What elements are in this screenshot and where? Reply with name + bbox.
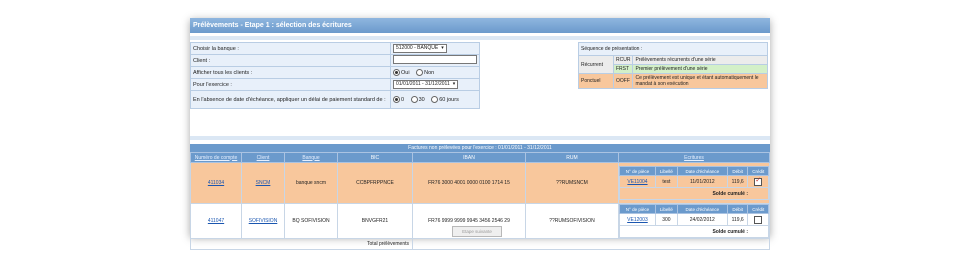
ooff-desc: Ce prélèvement est unique et étant autom… <box>632 73 768 89</box>
delay-label: En l'absence de date d'échéance, appliqu… <box>190 90 391 109</box>
bank-cell: banque sncm <box>284 162 338 204</box>
iban-cell: FR76 3000 4001 0000 0100 1714 15 <box>412 162 526 204</box>
date-cell: 11/01/2012 <box>676 175 728 188</box>
client-link[interactable]: SOFIVISION <box>249 218 278 224</box>
sequence-header: Séquence de présentation : <box>578 42 768 56</box>
inner-col-piece: N° de pièce <box>619 166 656 176</box>
inner-col-credit: Crédit <box>747 204 769 214</box>
radio-icon <box>393 69 400 76</box>
select-checkbox[interactable] <box>754 215 763 224</box>
frst-desc: Premier prélèvement d'une série <box>632 64 768 74</box>
table-row: 411034 SNCM banque sncm CCBPFRPPNCE FR76… <box>190 162 770 204</box>
radio-label: Non <box>424 69 435 76</box>
frst-code: FRST <box>612 64 634 74</box>
rcur-desc: Prélèvements récurrents d'une série <box>632 55 768 65</box>
col-client[interactable]: Client <box>241 152 285 163</box>
col-account[interactable]: Numéro de compte <box>190 152 242 163</box>
client-input[interactable] <box>393 55 477 64</box>
show-all-oui[interactable]: Oui <box>393 69 410 76</box>
select-checkbox[interactable] <box>754 176 763 186</box>
libelle-cell: test <box>654 175 678 188</box>
ponctuel-label: Ponctuel <box>578 73 614 89</box>
ooff-code: OOFF <box>612 73 634 89</box>
inner-col-date: Date d'échéance <box>676 166 728 176</box>
debit-cell: 119,6 <box>726 175 749 188</box>
bic-cell: CCBPFRPPNCE <box>337 162 413 204</box>
debit-cell: 119,6 <box>726 213 749 226</box>
total-row: Total prélèvements <box>190 238 770 250</box>
rum-cell: ??RUMSNCM <box>525 162 619 204</box>
solde-label: Solde cumulé : <box>619 225 769 238</box>
rcur-code: RCUR <box>612 55 634 65</box>
radio-icon <box>410 96 418 103</box>
total-label: Total prélèvements <box>190 238 413 250</box>
exercise-select[interactable]: 01/01/2011 - 31/12/2011 ▾ <box>393 80 459 89</box>
show-all-non[interactable]: Non <box>416 69 435 76</box>
filter-form: Choisir la banque : 512000 - BANQUE ▾ Cli… <box>190 42 480 109</box>
radio-icon <box>431 96 439 103</box>
radio-label: 0 <box>401 96 405 103</box>
show-all-label: Afficher tous les clients : <box>190 66 391 79</box>
col-bic: BIC <box>337 152 413 163</box>
inner-col-libelle: Libellé <box>654 166 678 176</box>
inner-col-piece: N° de pièce <box>619 204 656 214</box>
page-title: Prélèvements - Etape 1 : sélection des é… <box>190 18 770 33</box>
radio-icon <box>393 96 400 103</box>
recurrent-label: Récurrent <box>578 55 614 74</box>
piece-link[interactable]: VE12003 <box>627 217 648 223</box>
inner-col-credit: Crédit <box>747 166 769 176</box>
libelle-cell: 300 <box>654 213 678 226</box>
radio-label: 30 <box>418 96 425 103</box>
bank-select-value: 512000 - BANQUE <box>396 45 439 51</box>
col-entries[interactable]: Ecritures <box>618 152 770 163</box>
delay-0[interactable]: 0 <box>393 96 405 103</box>
client-label: Client : <box>190 54 391 67</box>
entries-table: N° de pièce Libellé Date d'échéance Débi… <box>619 204 769 238</box>
next-step-button[interactable]: Etape suivante <box>452 226 502 237</box>
exercise-label: Pour l'exercice : <box>190 78 391 91</box>
divider <box>190 36 770 40</box>
bank-select[interactable]: 512000 - BANQUE ▾ <box>393 44 447 53</box>
col-bank[interactable]: Banque <box>284 152 338 163</box>
inner-col-libelle: Libellé <box>654 204 678 214</box>
inner-col-debit: Débit <box>726 204 749 214</box>
window: Prélèvements - Etape 1 : sélection des é… <box>190 18 770 250</box>
invoices-title: Factures non prélevées pour l'exercice :… <box>190 144 770 152</box>
inner-col-debit: Débit <box>726 166 749 176</box>
exercise-select-value: 01/01/2011 - 31/12/2011 <box>396 81 450 87</box>
bank-cell: BQ SOFIVISION <box>284 203 338 239</box>
chevron-down-icon: ▾ <box>441 45 444 51</box>
bank-label: Choisir la banque : <box>190 42 391 55</box>
bic-cell: BNVGFR21 <box>337 203 413 239</box>
account-link[interactable]: 411034 <box>208 180 224 186</box>
client-link[interactable]: SNCM <box>256 180 271 186</box>
col-rum: RUM <box>525 152 619 163</box>
delay-30[interactable]: 30 <box>410 96 425 103</box>
date-cell: 24/02/2012 <box>676 213 728 226</box>
account-link[interactable]: 411047 <box>208 218 224 224</box>
radio-label: Oui <box>401 69 410 76</box>
delay-60[interactable]: 60 jours <box>431 96 459 103</box>
solde-label: Solde cumulé : <box>619 187 769 200</box>
piece-link[interactable]: VE11004 <box>627 179 647 185</box>
chevron-down-icon: ▾ <box>452 81 456 87</box>
radio-icon <box>416 69 424 76</box>
radio-label: 60 jours <box>439 96 459 103</box>
entries-table: N° de pièce Libellé Date d'échéance Débi… <box>619 166 769 200</box>
col-iban: IBAN <box>412 152 526 163</box>
divider <box>190 136 770 140</box>
rum-cell: ??RUMSOFIVISION <box>525 203 619 239</box>
inner-col-date: Date d'échéance <box>676 204 728 214</box>
sequence-legend: Séquence de présentation : Récurrent RCU… <box>578 42 768 89</box>
